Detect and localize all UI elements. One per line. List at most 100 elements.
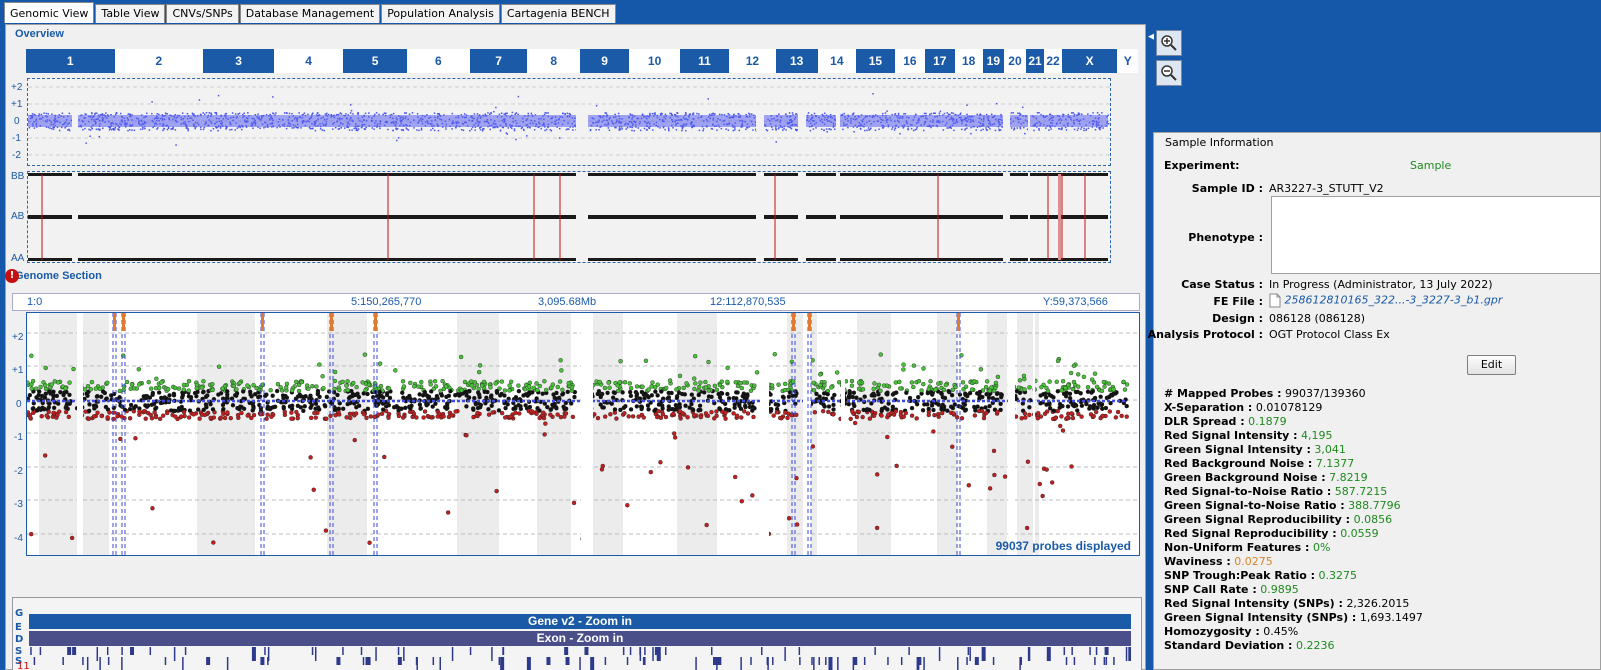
chromosome-11[interactable]: 11	[679, 49, 730, 73]
qc-metric-value: 7.1377	[1315, 457, 1355, 470]
sample-information-panel: Sample Information Experiment: Sample Sa…	[1148, 132, 1601, 670]
qc-metric-value: 4,195	[1301, 429, 1333, 442]
chromosome-17[interactable]: 17	[924, 49, 955, 73]
qc-metric-value: 0.0856	[1353, 513, 1393, 526]
gs-tick: +2	[12, 332, 24, 343]
snp-tick: AA	[11, 253, 25, 264]
qc-metric-label: Red Signal Reproducibility :	[1164, 527, 1337, 540]
chromosome-band: 1 2 3 4 5 6 7 8 9 10 11 12 13 14 15 16 17 18 19 20 21 22 X Y	[26, 49, 1138, 73]
chromosome-2[interactable]: 2	[114, 49, 204, 73]
qc-metric-value: 99037/139360	[1284, 387, 1366, 400]
genomic-view-pane: Overview 1 2 3 4 5 6 7 8 9 10 11 12 13 14 15 16 17 18 19 20…	[5, 24, 1146, 670]
zoom-out-button[interactable]	[1156, 60, 1182, 86]
chromosome-15[interactable]: 15	[855, 49, 895, 73]
qc-metric-label: # Mapped Probes :	[1164, 387, 1282, 400]
qc-metric-value: 0.9895	[1260, 583, 1299, 596]
chromosome-18[interactable]: 18	[954, 49, 983, 73]
exon-track-bar[interactable]: Exon - Zoom in	[29, 631, 1131, 646]
chromosome-1[interactable]: 1	[26, 49, 115, 73]
zoom-out-icon	[1161, 65, 1177, 81]
chromosome-22[interactable]: 22	[1044, 49, 1062, 73]
qc-metric-row: Green Background Noise : 7.8219	[1164, 471, 1423, 485]
chromosome-5[interactable]: 5	[343, 49, 407, 73]
chromosome-13[interactable]: 13	[775, 49, 818, 73]
qc-metric-label: Red Signal-to-Noise Ratio :	[1164, 485, 1332, 498]
qc-metric-label: X-Separation :	[1164, 401, 1253, 414]
gs-tick: 0	[16, 399, 22, 410]
fe-file-row[interactable]: 258612810165_322...-3_3227-3_b1.gpr	[1269, 293, 1502, 308]
chromosome-7[interactable]: 7	[469, 49, 528, 73]
qc-metric-value: 3,041	[1314, 443, 1346, 456]
tab-genomic-view[interactable]: Genomic View	[4, 2, 95, 23]
gene-track-bar[interactable]: Gene v2 - Zoom in	[29, 614, 1131, 629]
cn-tick: +2	[11, 82, 23, 93]
phenotype-field[interactable]	[1271, 196, 1601, 274]
design-value: 086128 (086128)	[1269, 312, 1366, 325]
overview-copy-number-plot[interactable]	[27, 78, 1111, 166]
overview-snp-svg	[28, 172, 1108, 262]
design-label: Design :	[1212, 312, 1263, 325]
chromosome-20[interactable]: 20	[1004, 49, 1026, 73]
cn-tick: -2	[12, 150, 21, 161]
qc-metric-row: SNP Trough:Peak Ratio : 0.3275	[1164, 569, 1423, 583]
qc-metric-value: 0%	[1312, 541, 1331, 554]
qc-metric-label: SNP Trough:Peak Ratio :	[1164, 569, 1316, 582]
chromosome-12[interactable]: 12	[729, 49, 776, 73]
chromosome-8[interactable]: 8	[527, 49, 580, 73]
annotation-tracks[interactable]: G E D S S 11 Gene v2 - Zoom in Exon - Zo…	[12, 597, 1142, 670]
qc-metric-value: 7.8219	[1329, 471, 1368, 484]
warning-icon[interactable]: !	[5, 269, 19, 283]
chromosome-9[interactable]: 9	[579, 49, 630, 73]
qc-metric-label: Standard Deviation :	[1164, 639, 1293, 652]
edit-button[interactable]: Edit	[1467, 355, 1516, 375]
tab-cartagenia-bench[interactable]: Cartagenia BENCH	[500, 4, 616, 23]
qc-metric-label: Red Signal Intensity :	[1164, 429, 1298, 442]
qc-metrics-list: # Mapped Probes : 99037/139360 X-Separati…	[1164, 387, 1423, 653]
zoom-in-button[interactable]	[1156, 30, 1182, 56]
chromosome-4[interactable]: 4	[274, 49, 344, 73]
qc-metric-value: 587.7215	[1334, 485, 1388, 498]
qc-metric-value: 388.7796	[1348, 499, 1401, 512]
chromosome-6[interactable]: 6	[406, 49, 470, 73]
chromosome-Y[interactable]: Y	[1117, 49, 1138, 73]
qc-metric-label: Green Signal Intensity :	[1164, 443, 1311, 456]
tab-cnvs-snps[interactable]: CNVs/SNPs	[166, 4, 239, 23]
chromosome-3[interactable]: 3	[203, 49, 275, 73]
tab-table-view[interactable]: Table View	[95, 4, 166, 23]
qc-metric-row: # Mapped Probes : 99037/139360	[1164, 387, 1423, 401]
qc-metric-value: 0.3275	[1318, 569, 1358, 582]
chromosome-16[interactable]: 16	[895, 49, 925, 73]
qc-metric-row: SNP Call Rate : 0.9895	[1164, 583, 1423, 597]
case-status-label: Case Status :	[1181, 278, 1263, 291]
snp-tick: BB	[11, 171, 25, 182]
qc-metric-label: Non-Uniform Features :	[1164, 541, 1310, 554]
sample-id-value: AR3227-3_STUTT_V2	[1269, 182, 1384, 195]
qc-metric-row: Standard Deviation : 0.2236	[1164, 639, 1423, 653]
qc-metric-label: Homozygosity :	[1164, 625, 1260, 638]
chromosome-19[interactable]: 19	[982, 49, 1005, 73]
tab-population-analysis[interactable]: Population Analysis	[381, 4, 500, 23]
cn-tick: +1	[11, 99, 23, 110]
overview-snp-plot[interactable]	[27, 171, 1111, 263]
chromosome-X[interactable]: X	[1061, 49, 1118, 73]
qc-metric-row: Red Background Noise : 7.1377	[1164, 457, 1423, 471]
zoom-toolbar	[1154, 24, 1601, 127]
chromosome-10[interactable]: 10	[629, 49, 680, 73]
chromosome-21[interactable]: 21	[1025, 49, 1045, 73]
analysis-protocol-label: Analysis Protocol :	[1147, 328, 1263, 341]
qc-metric-row: X-Separation : 0.01078129	[1164, 401, 1423, 415]
chromosome-14[interactable]: 14	[817, 49, 856, 73]
qc-metric-row: Homozygosity : 0.45%	[1164, 625, 1423, 639]
fe-file-link[interactable]: 258612810165_322...-3_3227-3_b1.gpr	[1285, 294, 1503, 307]
qc-metric-row: Red Signal Intensity (SNPs) : 2,326.2015	[1164, 597, 1423, 611]
experiment-value: Sample	[1410, 159, 1452, 172]
qc-metric-label: Green Signal Intensity (SNPs) :	[1164, 611, 1357, 624]
track-letter: E	[15, 622, 22, 633]
track-letter: G	[15, 608, 24, 619]
genome-section-ruler[interactable]: 1:0 5:150,265,770 3,095.68Mb 12:112,870,…	[12, 293, 1140, 311]
qc-metric-value: 0.0559	[1340, 527, 1379, 540]
tab-database-management[interactable]: Database Management	[239, 4, 381, 23]
genome-section-plot[interactable]: 99037 probes displayed	[26, 312, 1140, 556]
qc-metric-label: Waviness :	[1164, 555, 1231, 568]
probes-displayed-label: 99037 probes displayed	[995, 539, 1131, 553]
